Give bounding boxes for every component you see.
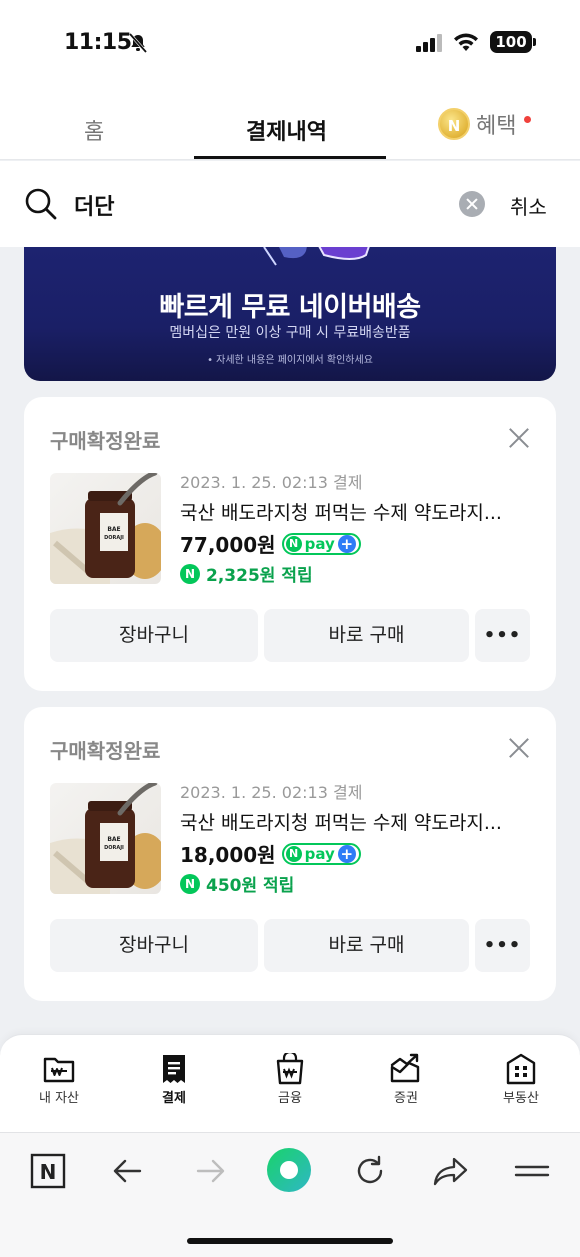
points-row: N 2,325원 적립 — [180, 561, 313, 586]
npay-plus-badge: N pay + — [281, 532, 361, 555]
order-price: 77,000원 — [180, 533, 276, 557]
nav-payments[interactable]: 결제 — [129, 1053, 219, 1106]
nav-stocks-label: 증권 — [394, 1091, 418, 1106]
npay-n-icon: N — [285, 535, 302, 552]
nav-finance[interactable]: 금융 — [245, 1053, 335, 1106]
naver-home-icon[interactable]: N — [30, 1153, 66, 1189]
banner-note: • 자세한 내용은 페이지에서 확인하세요 — [207, 355, 373, 366]
bottom-nav: 내 자산 결제 금융 증권 부동산 — [0, 1034, 580, 1132]
nav-my-assets-label: 내 자산 — [38, 1091, 79, 1106]
banner-subtitle: 멤버십은 만원 이상 구매 시 무료배송반품 — [169, 325, 411, 341]
share-icon[interactable] — [432, 1153, 470, 1189]
receipt-icon — [163, 1055, 185, 1083]
order-card: 구매확정완료 BAE DORAJI 2023. 1. 25. 02:13 결제 … — [24, 707, 556, 1001]
search-input[interactable]: 더단 — [74, 189, 114, 221]
add-to-cart-button[interactable]: 장바구니 — [50, 919, 258, 972]
home-indicator — [187, 1238, 393, 1244]
money-bag-icon — [276, 1053, 304, 1085]
order-date: 2023. 1. 25. 02:13 결제 — [180, 473, 363, 492]
nav-stocks[interactable]: 증권 — [361, 1053, 451, 1106]
npay-plus-badge: N pay + — [281, 842, 361, 865]
tab-benefits[interactable]: N 혜택 — [438, 108, 516, 140]
honey-jar-image: BAE DORAJI — [50, 783, 161, 894]
nav-my-assets[interactable]: 내 자산 — [14, 1053, 104, 1106]
back-arrow-icon[interactable] — [110, 1153, 146, 1189]
nav-real-estate[interactable]: 부동산 — [476, 1053, 566, 1106]
product-thumbnail[interactable]: BAE DORAJI — [50, 783, 161, 894]
buy-now-button[interactable]: 바로 구매 — [264, 919, 469, 972]
banner-headline: 빠르게 무료 네이버배송 — [159, 292, 421, 323]
menu-icon[interactable] — [514, 1153, 550, 1189]
bell-muted-icon — [128, 33, 148, 53]
jar-label-line2: DORAJI — [104, 535, 124, 541]
points-row: N 450원 적립 — [180, 871, 294, 896]
plus-icon: + — [337, 534, 356, 553]
naver-coin-icon: N — [438, 108, 470, 140]
banner-graphic — [263, 247, 370, 266]
plus-icon: + — [337, 844, 356, 863]
product-title[interactable]: 국산 배도라지청 퍼먹는 수제 약도라지... — [180, 498, 520, 525]
refresh-icon[interactable] — [352, 1153, 388, 1189]
jar-label-line1: BAE — [107, 526, 120, 533]
wifi-icon — [454, 33, 478, 51]
points-earned: 2,325원 적립 — [206, 566, 313, 586]
price-row: 77,000원 N pay + — [180, 529, 361, 558]
search-icon — [25, 188, 57, 220]
product-thumbnail[interactable]: BAE DORAJI — [50, 473, 161, 584]
status-time: 11:15 — [64, 30, 132, 55]
tab-home[interactable]: 홈 — [84, 114, 104, 146]
order-status: 구매확정완료 — [50, 739, 161, 763]
order-status: 구매확정완료 — [50, 429, 161, 453]
close-icon[interactable] — [508, 427, 530, 449]
order-date: 2023. 1. 25. 02:13 결제 — [180, 783, 363, 802]
nav-finance-label: 금융 — [278, 1091, 302, 1106]
status-bar: 11:15 100 — [0, 0, 580, 90]
order-price: 18,000원 — [180, 843, 276, 867]
top-tabs: 홈 결제내역 N 혜택 — [0, 90, 580, 160]
green-dot-icon[interactable] — [266, 1147, 312, 1193]
nav-payments-label: 결제 — [162, 1091, 186, 1106]
naver-points-icon: N — [180, 563, 200, 584]
clear-search-icon[interactable] — [459, 191, 485, 217]
forward-arrow-icon[interactable] — [192, 1153, 228, 1189]
npay-pay-text: pay — [304, 844, 335, 863]
active-tab-underline — [194, 156, 386, 159]
honey-jar-image: BAE DORAJI — [50, 473, 161, 584]
price-row: 18,000원 N pay + — [180, 839, 361, 868]
naver-points-icon: N — [180, 873, 200, 894]
jar-label-line2: DORAJI — [104, 845, 124, 851]
notification-dot — [524, 116, 531, 123]
battery-cap — [533, 38, 536, 46]
buy-now-button[interactable]: 바로 구매 — [264, 609, 469, 662]
order-card: 구매확정완료 BAE DORAJI 2023. 1. 25. 02:13 결제 … — [24, 397, 556, 691]
tab-benefits-label: 혜택 — [476, 114, 517, 139]
npay-pay-text: pay — [304, 534, 335, 553]
cancel-button[interactable]: 취소 — [510, 191, 547, 220]
npay-n-icon: N — [285, 845, 302, 862]
more-options-button[interactable]: ••• — [475, 609, 530, 662]
wallet-folder-icon — [43, 1057, 75, 1083]
cell-signal-icon — [416, 34, 442, 52]
naver-home-letter: N — [40, 1160, 57, 1184]
more-options-button[interactable]: ••• — [475, 919, 530, 972]
points-earned: 450원 적립 — [206, 876, 295, 896]
tab-payments[interactable]: 결제내역 — [246, 114, 327, 146]
promo-banner[interactable]: 빠르게 무료 네이버배송 멤버십은 만원 이상 구매 시 무료배송반품 • 자세… — [24, 247, 556, 381]
building-icon — [506, 1053, 536, 1085]
product-title[interactable]: 국산 배도라지청 퍼먹는 수제 약도라지... — [180, 808, 520, 835]
nav-real-estate-label: 부동산 — [503, 1091, 539, 1106]
add-to-cart-button[interactable]: 장바구니 — [50, 609, 258, 662]
close-icon[interactable] — [508, 737, 530, 759]
stock-chart-icon — [390, 1053, 420, 1083]
search-bar: 더단 취소 — [0, 161, 580, 247]
battery-indicator: 100 — [490, 31, 532, 53]
jar-label-line1: BAE — [107, 836, 120, 843]
